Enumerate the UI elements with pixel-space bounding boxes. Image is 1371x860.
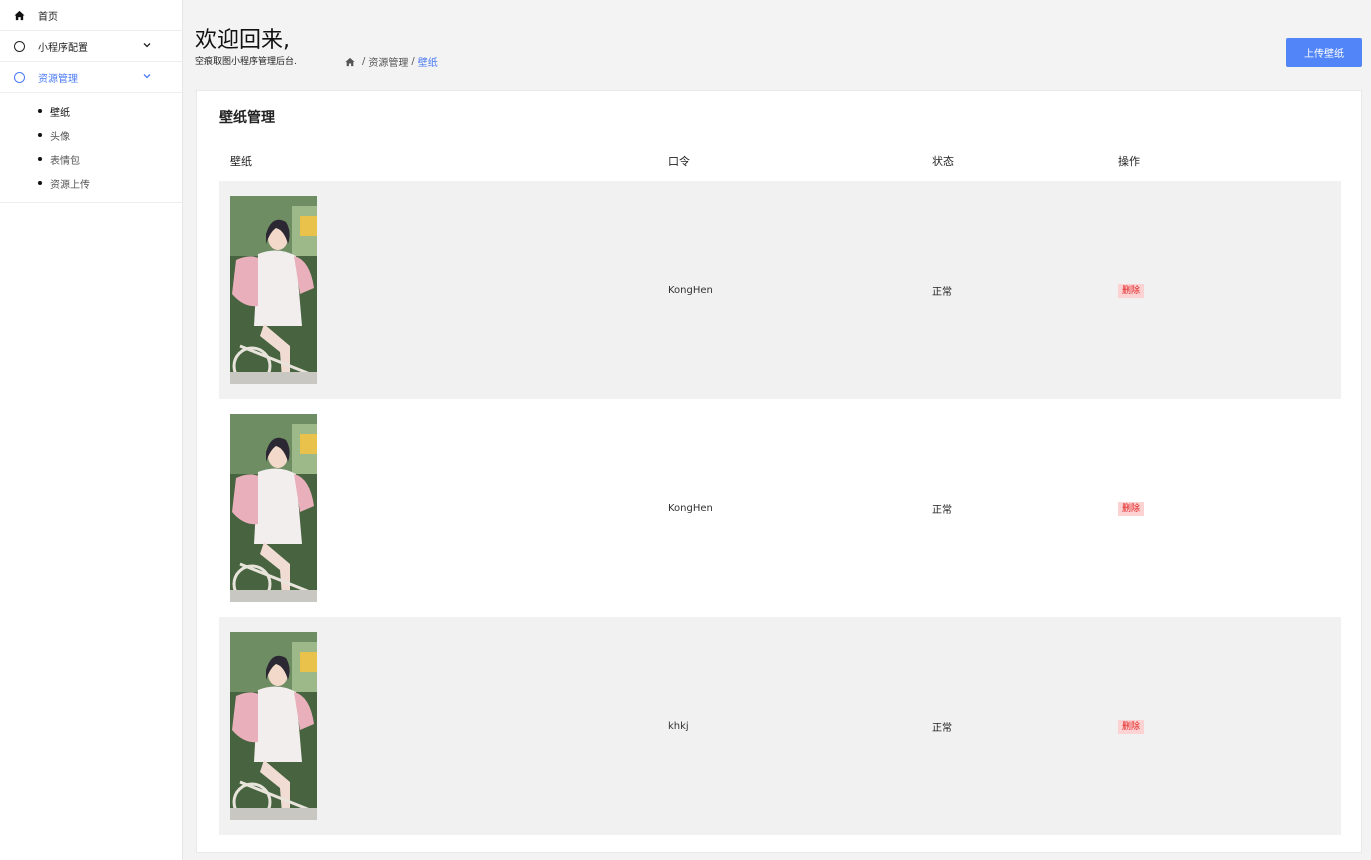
resource-submenu: 壁纸 头像 表情包 资源上传 — [0, 93, 182, 203]
sidebar: 首页 小程序配置 资源管理 壁纸 头像 表情包 资源上传 — [0, 0, 183, 860]
password-cell: KongHen — [668, 502, 713, 514]
action-cell: 删除 — [1118, 718, 1341, 734]
password-cell: khkj — [668, 720, 689, 732]
delete-button[interactable]: 删除 — [1118, 284, 1145, 298]
status-cell: 正常 — [932, 286, 952, 298]
page-title: 欢迎回来, — [195, 28, 290, 53]
breadcrumb-current: 壁纸 — [417, 58, 438, 69]
status-cell: 正常 — [932, 722, 952, 734]
sidebar-subitem-resource-upload[interactable]: 资源上传 — [0, 171, 182, 195]
column-header: 口令 — [668, 155, 690, 168]
card-title: 壁纸管理 — [219, 110, 275, 126]
breadcrumb-separator: / — [362, 56, 366, 67]
sidebar-item-resource-management[interactable]: 资源管理 — [0, 62, 182, 93]
sidebar-item-home[interactable]: 首页 — [0, 0, 182, 31]
breadcrumb-item[interactable]: 资源管理 — [368, 54, 408, 69]
sidebar-subitem-label: 头像 — [50, 131, 70, 143]
sidebar-item-label: 小程序配置 — [38, 42, 88, 54]
circle-icon — [12, 70, 26, 84]
bullet-icon — [38, 181, 42, 185]
bullet-icon — [38, 133, 42, 137]
status-cell: 正常 — [932, 504, 952, 516]
bullet-icon — [38, 157, 42, 161]
table-row: KongHen 正常 删除 — [219, 181, 1341, 399]
wallpaper-thumbnail[interactable] — [230, 196, 317, 384]
sidebar-subitem-wallpaper[interactable]: 壁纸 — [0, 99, 182, 123]
sidebar-item-miniprogram-config[interactable]: 小程序配置 — [0, 31, 182, 62]
breadcrumb-separator: / — [411, 56, 415, 67]
password-cell: KongHen — [668, 284, 713, 296]
breadcrumb: / 资源管理 / 壁纸 — [345, 54, 438, 69]
sidebar-subitem-stickers[interactable]: 表情包 — [0, 147, 182, 171]
circle-icon — [12, 39, 26, 53]
sidebar-subitem-label: 表情包 — [50, 155, 80, 167]
sidebar-subitem-avatar[interactable]: 头像 — [0, 123, 182, 147]
chevron-down-icon — [143, 74, 151, 79]
wallpaper-cell — [219, 632, 668, 820]
wallpaper-cell — [219, 196, 668, 384]
chevron-down-icon — [143, 43, 151, 48]
table-row: KongHen 正常 删除 — [219, 399, 1341, 617]
table-header: 壁纸 口令 状态 操作 — [219, 141, 1341, 181]
sidebar-subitem-label: 壁纸 — [50, 107, 70, 119]
action-cell: 删除 — [1118, 282, 1341, 298]
sidebar-item-label: 资源管理 — [38, 73, 78, 85]
column-header: 壁纸 — [230, 155, 252, 168]
wallpaper-table: 壁纸 口令 状态 操作 KongHen 正常 删除 KongHen 正常 删除 … — [219, 141, 1341, 835]
wallpaper-thumbnail[interactable] — [230, 632, 317, 820]
upload-wallpaper-button[interactable]: 上传壁纸 — [1286, 38, 1362, 67]
table-row: khkj 正常 删除 — [219, 617, 1341, 835]
home-icon[interactable] — [345, 57, 355, 67]
wallpaper-card: 壁纸管理 壁纸 口令 状态 操作 KongHen 正常 删除 KongHen 正… — [196, 90, 1362, 853]
home-icon — [12, 8, 26, 22]
sidebar-subitem-label: 资源上传 — [50, 179, 90, 191]
column-header: 状态 — [932, 155, 954, 168]
action-cell: 删除 — [1118, 500, 1341, 516]
wallpaper-thumbnail[interactable] — [230, 414, 317, 602]
bullet-icon — [38, 109, 42, 113]
sidebar-item-label: 首页 — [38, 11, 58, 23]
column-header: 操作 — [1118, 155, 1140, 168]
delete-button[interactable]: 删除 — [1118, 720, 1145, 734]
delete-button[interactable]: 删除 — [1118, 502, 1145, 516]
page-subtitle: 空痕取图小程序管理后台. — [195, 57, 297, 67]
wallpaper-cell — [219, 414, 668, 602]
